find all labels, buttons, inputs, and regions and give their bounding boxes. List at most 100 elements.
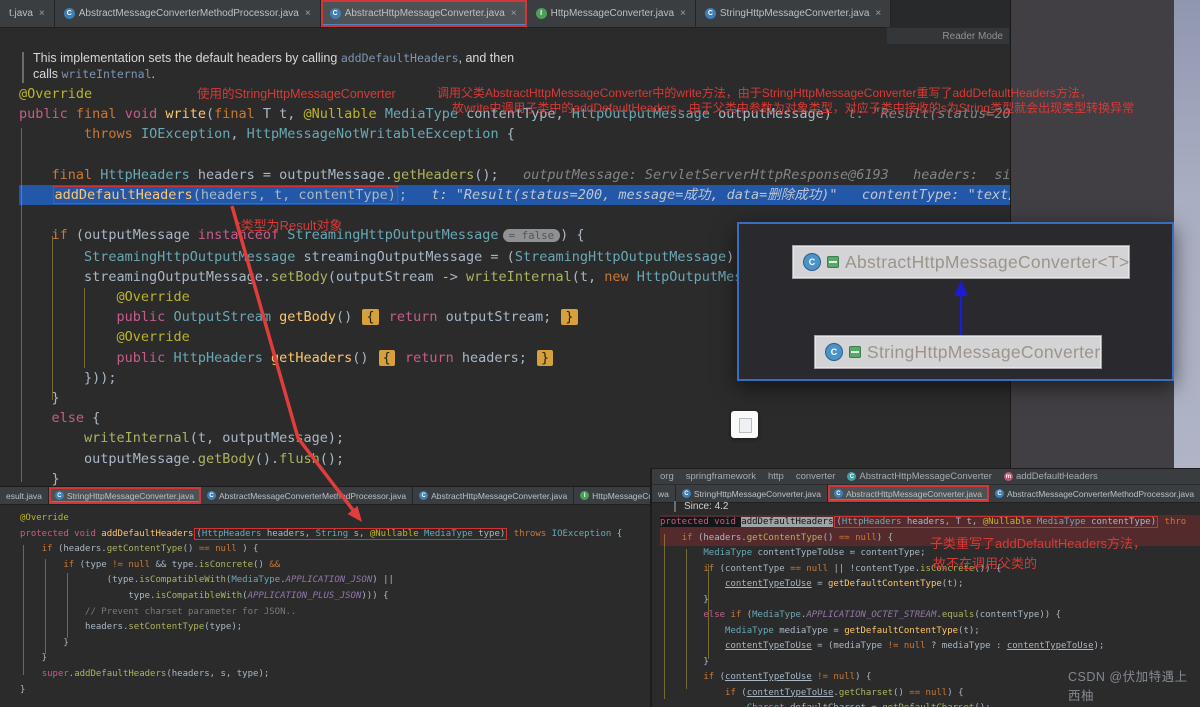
- doc-text: , and then: [459, 51, 515, 65]
- indent-guide: [67, 573, 68, 638]
- tab-label: AbstractMessageConverterMethodProcessor.…: [79, 8, 299, 19]
- indent-guide: [708, 564, 709, 659]
- breadcrumb: org springframework http converter CAbstract…: [652, 469, 1200, 485]
- reader-mode-label: Reader Mode: [942, 31, 1003, 42]
- breadcrumb-item[interactable]: converter: [796, 471, 836, 482]
- tab-close-icon[interactable]: ×: [680, 8, 686, 19]
- indent-guide: [664, 534, 665, 699]
- doc-text: calls: [33, 67, 61, 81]
- doc-code-ref[interactable]: addDefaultHeaders: [341, 51, 459, 65]
- code-line: }: [20, 636, 650, 652]
- tab-label: esult.java: [6, 491, 42, 501]
- tab-label: AbstractMessageConverterMethodProcessor.…: [219, 491, 406, 501]
- doc-text: This implementation sets the default hea…: [33, 51, 341, 65]
- class-file-icon: C: [995, 489, 1004, 498]
- interface-file-icon: I: [536, 8, 547, 19]
- reader-mode-menu-item[interactable]: Reader Mode: [886, 27, 1010, 45]
- code-line: outputMessage.getBody().flush();: [19, 449, 1010, 469]
- tab-label: AbstractHttpMessageConverter.java: [345, 8, 505, 19]
- tab-label: HttpMessageConverter.java: [551, 8, 674, 19]
- file-tab[interactable]: C AbstractMessageConverterMethodProcessor…: [55, 0, 321, 27]
- code-line: if (type != null && type.isConcrete() &&: [20, 558, 650, 574]
- file-tab[interactable]: I HttpMessageConverter.java ×: [527, 0, 696, 27]
- breadcrumb-label: AbstractHttpMessageConverter: [859, 471, 992, 482]
- code-line: protected void addDefaultHeaders(HttpHea…: [20, 527, 650, 543]
- tab-close-icon[interactable]: ×: [305, 8, 311, 19]
- file-tab[interactable]: CAbstractHttpMessageConverter.java×: [321, 0, 527, 27]
- file-tab[interactable]: CAbstractHttpMessageConverter.java: [413, 487, 574, 504]
- tab-close-icon[interactable]: ×: [39, 8, 45, 19]
- breadcrumb-item[interactable]: maddDefaultHeaders: [1004, 471, 1098, 482]
- class-file-icon: C: [419, 491, 428, 500]
- file-tab[interactable]: CAbstractMessageConverterMethodProcessor…: [201, 487, 413, 504]
- class-file-icon: C: [834, 489, 843, 498]
- class-file-icon: C: [207, 491, 216, 500]
- file-tab[interactable]: t.java×: [0, 0, 55, 27]
- annotation-red-box: addDefaultHeaders(headers, t, contentTyp…: [53, 186, 398, 204]
- tab-close-icon[interactable]: ×: [511, 8, 517, 19]
- file-tab[interactable]: CStringHttpMessageConverter.java: [49, 487, 201, 504]
- class-file-icon: C: [705, 8, 716, 19]
- code-line: else if (MediaType.APPLICATION_OCTET_STR…: [660, 608, 1200, 624]
- file-tab[interactable]: esult.java: [0, 487, 49, 504]
- top-tab-bar: t.java× C AbstractMessageConverterMethodPr…: [0, 0, 1010, 28]
- code-line: if (headers.getContentType() == null ) {: [20, 542, 650, 558]
- breadcrumb-item[interactable]: org: [660, 471, 674, 482]
- breadcrumb-item[interactable]: springframework: [686, 471, 756, 482]
- breadcrumb-item[interactable]: http: [768, 471, 784, 482]
- code-line: if (contentType == null || !contentType.…: [660, 562, 1200, 578]
- code-line: contentTypeToUse = (mediaType != null ? …: [660, 639, 1200, 655]
- file-tab[interactable]: C StringHttpMessageConverter.java ×: [696, 0, 891, 27]
- doc-text: .: [152, 67, 155, 81]
- interface-file-icon: I: [580, 491, 589, 500]
- tab-close-icon[interactable]: ×: [875, 8, 881, 19]
- indent-guide: [21, 128, 22, 482]
- class-icon: C: [847, 472, 856, 481]
- code-line: writeInternal(t, outputMessage);: [19, 428, 1010, 448]
- indent-guide: [686, 549, 687, 689]
- annotation-red-1: 使用的StringHttpMessageConverter: [197, 83, 396, 102]
- doc-comment: This implementation sets the default hea…: [33, 51, 514, 82]
- screenshot-stage: U 登记 cleani t.java×CAbstractMessageConve…: [0, 0, 1200, 707]
- indent-guide: [45, 559, 46, 654]
- tab-label: StringHttpMessageConverter.java: [67, 491, 194, 501]
- doc-comment-bar: [22, 52, 24, 83]
- class-file-icon: C: [64, 8, 75, 19]
- code-line: @Override: [20, 511, 650, 527]
- bottom-right-tab-bar: waCStringHttpMessageConverter.javaCAbstr…: [652, 485, 1200, 503]
- code-line: MediaType mediaType = getDefaultContentT…: [660, 624, 1200, 640]
- floating-white-square-icon: [731, 411, 758, 438]
- class-icon: C: [825, 343, 843, 361]
- uml-child-label: StringHttpMessageConverter: [867, 342, 1100, 363]
- breadcrumb-item[interactable]: CAbstractHttpMessageConverter: [847, 471, 992, 482]
- uml-parent-label: AbstractHttpMessageConverter<T>: [845, 252, 1130, 273]
- code-line: final HttpHeaders headers = outputMessag…: [19, 165, 1010, 185]
- uml-parent-class-node[interactable]: C AbstractHttpMessageConverter<T>: [792, 245, 1130, 279]
- tab-label: HttpMessageConverter.java: [592, 491, 650, 501]
- class-hierarchy-popup: C AbstractHttpMessageConverter<T> C Stri…: [737, 222, 1174, 381]
- code-line: throws IOException, HttpMessageNotWritab…: [19, 124, 1010, 144]
- file-tab[interactable]: CAbstractHttpMessageConverter.java: [828, 485, 989, 502]
- file-tab[interactable]: CStringHttpMessageConverter.java: [676, 485, 828, 502]
- class-file-icon: C: [682, 489, 691, 498]
- source-root-icon: [849, 346, 861, 358]
- bottom-left-code-editor[interactable]: @Overrideprotected void addDefaultHeader…: [20, 511, 650, 698]
- annotation-red-4: t类型为Result对象: [237, 215, 342, 234]
- editor-pane-bottom-left: esult.javaCStringHttpMessageConverter.ja…: [0, 486, 650, 707]
- indent-guide: [52, 236, 53, 400]
- file-tab[interactable]: CAbstractMessageConverterMethodProcessor…: [989, 485, 1200, 502]
- tab-label: StringHttpMessageConverter.java: [694, 489, 821, 499]
- tab-label: AbstractHttpMessageConverter.java: [846, 489, 982, 499]
- tab-label: StringHttpMessageConverter.java: [720, 8, 870, 19]
- annotation-red-box: (HttpHeaders headers, T t, @Nullable Med…: [834, 516, 1158, 528]
- code-line: headers.setContentType(type);: [20, 620, 650, 636]
- tab-label: AbstractHttpMessageConverter.java: [431, 491, 567, 501]
- file-tab[interactable]: IHttpMessageConverter.java: [574, 487, 650, 504]
- doc-code-ref[interactable]: writeInternal: [61, 67, 151, 81]
- since-doc-line: Since: 4.2: [674, 501, 728, 512]
- breadcrumb-label: springframework: [686, 471, 756, 482]
- uml-child-class-node[interactable]: C StringHttpMessageConverter: [814, 335, 1102, 369]
- file-tab[interactable]: wa: [652, 485, 676, 502]
- annotation-red-box: (HttpHeaders headers, String s, @Nullabl…: [194, 528, 507, 540]
- indent-guide: [84, 288, 85, 368]
